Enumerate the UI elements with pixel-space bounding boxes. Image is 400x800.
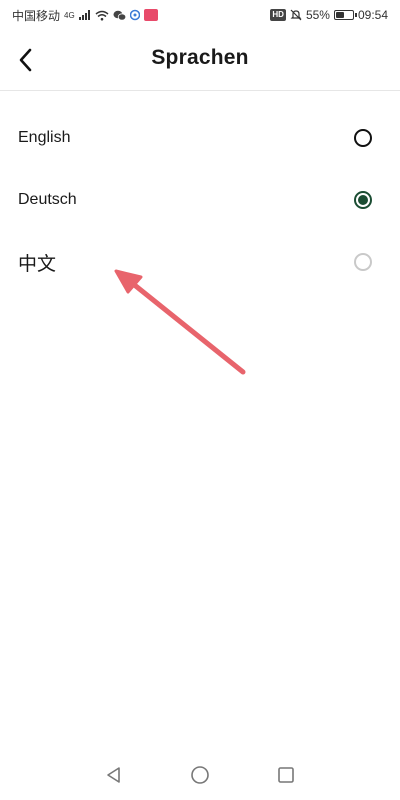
radio-disabled-icon[interactable] [354, 253, 372, 271]
wechat-icon [113, 10, 126, 21]
app-header: Sprachen [0, 30, 400, 91]
signal-icon [78, 10, 91, 20]
network-type: 4G [64, 10, 75, 20]
language-option-english[interactable]: English [0, 107, 400, 169]
wifi-icon [95, 10, 109, 21]
radio-unselected-icon[interactable] [354, 129, 372, 147]
battery-fill [335, 12, 344, 18]
nav-home-button[interactable] [189, 764, 211, 786]
status-right: HD 55% 09:54 [270, 8, 388, 22]
hd-icon: HD [270, 9, 286, 21]
circle-home-icon [191, 766, 209, 784]
nav-recents-button[interactable] [275, 764, 297, 786]
battery-percent: 55% [305, 8, 330, 22]
language-option-chinese[interactable]: 中文 [0, 231, 400, 293]
status-bar: 中国移动 4G HD 55% 09:54 [0, 0, 400, 30]
language-label: 中文 [18, 253, 57, 275]
carrier-name: 中国移动 [12, 8, 61, 23]
language-list: English Deutsch 中文 [0, 91, 400, 293]
app-notification-icon [129, 9, 140, 21]
language-label: English [18, 129, 71, 146]
radio-dot [358, 195, 368, 205]
status-left: 中国移动 4G [12, 7, 158, 24]
triangle-back-icon [107, 767, 120, 783]
language-option-deutsch[interactable]: Deutsch [0, 169, 400, 231]
battery-icon [333, 10, 357, 20]
language-label: Deutsch [18, 191, 77, 208]
radio-selected-icon[interactable] [354, 191, 372, 209]
clock: 09:54 [357, 8, 388, 22]
page-title: Sprachen [151, 46, 249, 69]
system-nav-bar [0, 750, 400, 800]
mute-bell-icon [290, 9, 302, 21]
music-app-icon [143, 9, 158, 21]
square-recents-icon [278, 767, 294, 783]
nav-back-button[interactable] [103, 764, 125, 786]
